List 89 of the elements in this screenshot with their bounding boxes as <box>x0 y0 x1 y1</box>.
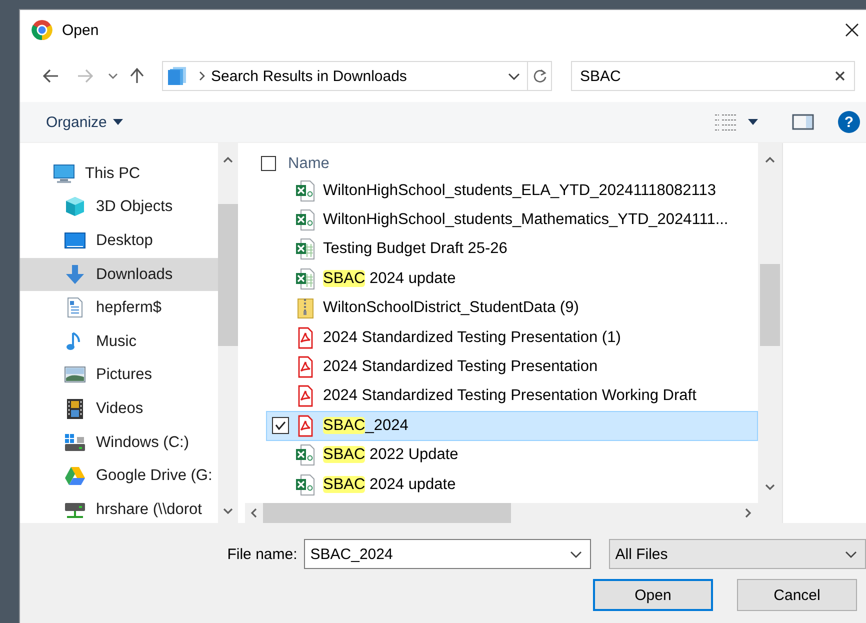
nav-item[interactable]: hepferm$ <box>20 291 218 325</box>
pane-icon <box>792 114 814 130</box>
scrollbar-thumb[interactable] <box>760 264 780 346</box>
scroll-left-icon[interactable] <box>250 508 258 518</box>
organize-button[interactable]: Organize <box>42 110 127 134</box>
select-all-checkbox[interactable] <box>261 156 276 171</box>
file-name-field[interactable]: SBAC_2024 <box>304 539 592 569</box>
browser-logo-icon <box>31 19 53 41</box>
checkmark-icon <box>275 421 286 430</box>
spreadsheet-icon <box>295 180 315 202</box>
file-name: WiltonHighSchool_students_Mathematics_YTD_2024111... <box>323 211 728 230</box>
nav-item[interactable]: Windows (C:) <box>20 426 218 460</box>
file-row[interactable]: WiltonSchoolDistrict_StudentData (9) <box>266 294 758 323</box>
file-row[interactable]: SBAC 2024 update <box>266 470 758 500</box>
dialog-button[interactable]: Open <box>593 579 713 611</box>
chevron-down-icon <box>845 550 857 558</box>
nav-item[interactable]: Videos <box>20 392 218 426</box>
chevron-down-icon <box>508 72 520 80</box>
chevron-right-icon <box>199 71 205 81</box>
caret-down-icon <box>748 119 758 125</box>
nav-item[interactable]: Pictures <box>20 358 218 392</box>
nav-item[interactable]: hrshare (\\dorot <box>20 492 218 523</box>
file-row[interactable]: SBAC 2022 Update <box>266 440 758 470</box>
triangle-logo-icon <box>64 465 86 488</box>
address-path: Search Results in Downloads <box>211 68 408 84</box>
file-name: 2024 Standardized Testing Presentation <box>323 358 598 376</box>
cube-icon <box>64 196 86 218</box>
file-name: 2024 Standardized Testing Presentation (1) <box>323 328 621 347</box>
file-name: SBAC 2024 update <box>323 270 456 288</box>
address-bar[interactable]: Search Results in Downloads <box>162 61 552 91</box>
file-name: SBAC 2022 Update <box>323 446 458 464</box>
scroll-down-icon[interactable] <box>223 507 233 515</box>
zip-folder-icon <box>295 297 315 320</box>
nav-item[interactable]: Google Drive (G: <box>20 459 218 493</box>
window-title: Open <box>62 22 100 38</box>
vertical-scrollbar[interactable] <box>218 143 238 523</box>
file-name: WiltonHighSchool_students_ELA_YTD_20241118082113 <box>323 182 716 200</box>
list-view-icon <box>714 113 738 131</box>
left-arrow-icon <box>43 69 59 83</box>
file-name: WiltonSchoolDistrict_StudentData (9) <box>323 299 579 318</box>
right-arrow-icon <box>77 69 93 83</box>
help-button[interactable]: ? <box>838 111 860 133</box>
vertical-scrollbar[interactable] <box>758 143 782 503</box>
scroll-up-icon[interactable] <box>223 156 233 164</box>
scroll-down-icon[interactable] <box>765 483 775 491</box>
file-row[interactable]: WiltonHighSchool_students_ELA_YTD_20241118082113 <box>266 176 758 206</box>
up-arrow-icon <box>130 68 144 84</box>
folder-stack-icon <box>167 66 187 86</box>
close-icon[interactable] <box>844 22 860 38</box>
nav-item[interactable]: 3D Objects <box>20 190 218 224</box>
file-row[interactable]: SBAC_2024 <box>266 411 758 441</box>
dialog-button[interactable]: Cancel <box>737 579 857 611</box>
caret-down-icon <box>112 119 123 125</box>
file-name: SBAC 2024 update <box>323 476 456 494</box>
chevron-down-icon <box>570 551 582 558</box>
nav-item[interactable]: Desktop <box>20 224 218 258</box>
nav-item[interactable]: Downloads <box>20 258 218 292</box>
spreadsheet-icon <box>295 238 315 260</box>
down-arrow-icon <box>64 264 86 286</box>
refresh-icon <box>532 69 546 83</box>
name-column-header[interactable]: Name <box>288 154 330 172</box>
scrollbar-thumb[interactable] <box>218 204 238 346</box>
spreadsheet-icon <box>295 209 315 232</box>
file-name-label: File name: <box>226 546 298 562</box>
drive-icon <box>64 432 86 454</box>
chevron-down-icon <box>108 73 118 79</box>
nav-item[interactable]: Music <box>20 324 218 359</box>
file-row[interactable]: 2024 Standardized Testing Presentation (1) <box>266 322 758 352</box>
film-icon <box>64 398 86 420</box>
clear-icon[interactable] <box>835 71 845 81</box>
nav-item[interactable]: This PC <box>20 157 218 191</box>
spreadsheet-icon <box>295 474 315 496</box>
scroll-right-icon[interactable] <box>744 508 752 518</box>
monitor-icon <box>53 162 75 185</box>
row-checkbox[interactable] <box>272 417 289 434</box>
file-row[interactable]: WiltonHighSchool_students_Mathematics_YTD_2024111... <box>266 205 758 235</box>
search-field[interactable]: SBAC <box>571 61 855 91</box>
spreadsheet-icon <box>295 268 315 290</box>
file-type-dropdown[interactable]: All Files <box>609 539 866 569</box>
file-row[interactable]: 2024 Standardized Testing Presentation Working Draft <box>266 382 758 412</box>
file-name: SBAC_2024 <box>323 416 408 435</box>
scroll-up-icon[interactable] <box>765 156 775 164</box>
file-row[interactable]: Testing Budget Draft 25-26 <box>266 234 758 264</box>
file-name: Testing Budget Draft 25-26 <box>323 240 508 258</box>
file-name: 2024 Standardized Testing Presentation Working Draft <box>323 387 696 406</box>
scrollbar-thumb[interactable] <box>263 503 511 523</box>
file-row[interactable]: SBAC 2024 update <box>266 264 758 294</box>
spreadsheet-icon <box>295 444 315 466</box>
file-row[interactable]: 2024 Standardized Testing Presentation <box>266 352 758 382</box>
